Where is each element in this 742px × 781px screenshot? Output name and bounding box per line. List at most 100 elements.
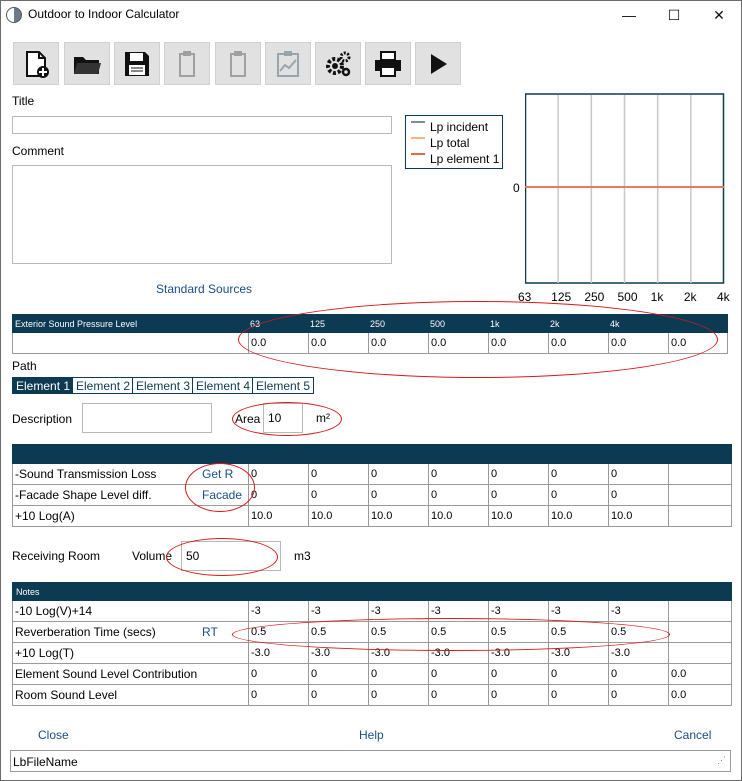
maximize-button[interactable]: ☐ bbox=[651, 1, 697, 29]
table-cell[interactable]: 0 bbox=[488, 464, 548, 484]
table-cell[interactable]: 0 bbox=[548, 464, 608, 484]
table-cell[interactable]: -3.0 bbox=[548, 643, 608, 663]
table-cell[interactable] bbox=[668, 643, 728, 663]
close-link[interactable]: Close bbox=[38, 728, 69, 742]
table-cell[interactable]: -3 bbox=[548, 601, 608, 621]
table-cell[interactable]: 0 bbox=[488, 485, 548, 505]
table-cell[interactable]: 0.0 bbox=[668, 664, 728, 684]
exterior-spl-cell[interactable]: 0.0 bbox=[548, 333, 608, 353]
table-cell[interactable]: 0.5 bbox=[428, 622, 488, 642]
table-cell[interactable]: 0.0 bbox=[668, 685, 728, 705]
table-cell[interactable]: -3 bbox=[308, 601, 368, 621]
table-cell[interactable] bbox=[668, 622, 728, 642]
table-cell[interactable]: 0 bbox=[488, 685, 548, 705]
run-button[interactable] bbox=[415, 42, 461, 85]
exterior-spl-cell[interactable]: 0.0 bbox=[488, 333, 548, 353]
table-cell[interactable]: 10.0 bbox=[368, 506, 428, 526]
table-cell[interactable]: 0 bbox=[428, 664, 488, 684]
paste-button[interactable] bbox=[215, 42, 261, 85]
tab-element-1[interactable]: Element 1 bbox=[12, 377, 75, 394]
cancel-link[interactable]: Cancel bbox=[674, 728, 711, 742]
table-cell[interactable] bbox=[668, 464, 728, 484]
table-cell[interactable]: 0 bbox=[368, 464, 428, 484]
table-cell[interactable]: 0 bbox=[428, 485, 488, 505]
title-input[interactable] bbox=[12, 116, 392, 134]
table-cell[interactable]: 0.5 bbox=[488, 622, 548, 642]
table-cell[interactable]: 0 bbox=[308, 664, 368, 684]
table-cell[interactable]: 0 bbox=[368, 664, 428, 684]
help-link[interactable]: Help bbox=[359, 728, 384, 742]
row-action-link[interactable]: RT bbox=[202, 622, 218, 642]
table-cell[interactable]: 10.0 bbox=[608, 506, 668, 526]
table-cell[interactable]: -3.0 bbox=[368, 643, 428, 663]
row-action-link[interactable]: Get R bbox=[202, 464, 233, 484]
table-cell[interactable]: 0 bbox=[488, 664, 548, 684]
table-cell[interactable] bbox=[668, 485, 728, 505]
table-cell[interactable]: -3 bbox=[368, 601, 428, 621]
table-cell[interactable]: 0 bbox=[248, 485, 308, 505]
table-cell[interactable]: 10.0 bbox=[308, 506, 368, 526]
table-cell[interactable] bbox=[668, 506, 728, 526]
table-cell[interactable]: 0 bbox=[248, 685, 308, 705]
table-cell[interactable]: 10.0 bbox=[428, 506, 488, 526]
table-cell[interactable]: -3.0 bbox=[308, 643, 368, 663]
table-cell[interactable]: 0 bbox=[428, 464, 488, 484]
exterior-spl-cell[interactable]: 0.0 bbox=[608, 333, 668, 353]
table-cell[interactable]: 0 bbox=[608, 664, 668, 684]
settings-button[interactable] bbox=[315, 42, 361, 85]
tab-element-2[interactable]: Element 2 bbox=[72, 377, 135, 394]
table-cell[interactable] bbox=[668, 601, 728, 621]
table-cell[interactable]: -3.0 bbox=[608, 643, 668, 663]
table-cell[interactable]: 0 bbox=[308, 685, 368, 705]
table-cell[interactable]: 0 bbox=[608, 685, 668, 705]
open-folder-button[interactable] bbox=[64, 42, 110, 85]
copy-button[interactable] bbox=[164, 42, 210, 85]
table-cell[interactable]: -3 bbox=[608, 601, 668, 621]
table-cell[interactable]: -3.0 bbox=[428, 643, 488, 663]
table-cell[interactable]: -3 bbox=[488, 601, 548, 621]
table-cell[interactable]: 10.0 bbox=[488, 506, 548, 526]
table-cell[interactable]: 0 bbox=[308, 464, 368, 484]
exterior-spl-cell[interactable]: 0.0 bbox=[368, 333, 428, 353]
resize-grip-icon[interactable]: ⋰ bbox=[717, 755, 726, 766]
table-cell[interactable]: 0 bbox=[608, 464, 668, 484]
table-cell[interactable]: 0 bbox=[308, 485, 368, 505]
table-cell[interactable]: 0 bbox=[368, 485, 428, 505]
table-cell[interactable]: 0 bbox=[248, 464, 308, 484]
print-button[interactable] bbox=[365, 42, 411, 85]
table-cell[interactable]: -3 bbox=[248, 601, 308, 621]
table-cell[interactable]: 0.5 bbox=[608, 622, 668, 642]
table-cell[interactable]: 0.5 bbox=[248, 622, 308, 642]
save-button[interactable] bbox=[114, 42, 160, 85]
paste-chart-button[interactable] bbox=[265, 42, 311, 85]
comment-textarea[interactable] bbox=[12, 165, 392, 264]
row-action-link[interactable]: Facade bbox=[202, 485, 242, 505]
exterior-spl-cell[interactable]: 0.0 bbox=[308, 333, 368, 353]
area-input[interactable] bbox=[263, 403, 303, 433]
table-cell[interactable]: 0 bbox=[548, 664, 608, 684]
exterior-spl-cell[interactable]: 0.0 bbox=[248, 333, 308, 353]
table-cell[interactable]: 10.0 bbox=[548, 506, 608, 526]
exterior-spl-cell[interactable]: 0.0 bbox=[668, 333, 729, 353]
tab-element-3[interactable]: Element 3 bbox=[132, 377, 195, 394]
table-cell[interactable]: 0 bbox=[248, 664, 308, 684]
table-cell[interactable]: 0 bbox=[608, 485, 668, 505]
tab-element-4[interactable]: Element 4 bbox=[192, 377, 255, 394]
table-cell[interactable]: 0.5 bbox=[548, 622, 608, 642]
table-cell[interactable]: 0 bbox=[368, 685, 428, 705]
close-window-button[interactable]: ✕ bbox=[696, 1, 742, 29]
table-cell[interactable]: -3.0 bbox=[248, 643, 308, 663]
standard-sources-link[interactable]: Standard Sources bbox=[156, 282, 252, 296]
table-cell[interactable]: 0 bbox=[548, 685, 608, 705]
table-cell[interactable]: -3 bbox=[428, 601, 488, 621]
description-input[interactable] bbox=[82, 403, 212, 433]
tab-element-5[interactable]: Element 5 bbox=[252, 377, 315, 394]
exterior-spl-cell[interactable]: 0.0 bbox=[428, 333, 488, 353]
table-cell[interactable]: 0.5 bbox=[308, 622, 368, 642]
table-cell[interactable]: -3.0 bbox=[488, 643, 548, 663]
table-cell[interactable]: 0 bbox=[548, 485, 608, 505]
volume-input[interactable] bbox=[181, 541, 281, 571]
table-cell[interactable]: 0 bbox=[428, 685, 488, 705]
minimize-button[interactable]: — bbox=[606, 1, 652, 29]
new-document-button[interactable] bbox=[13, 42, 59, 85]
